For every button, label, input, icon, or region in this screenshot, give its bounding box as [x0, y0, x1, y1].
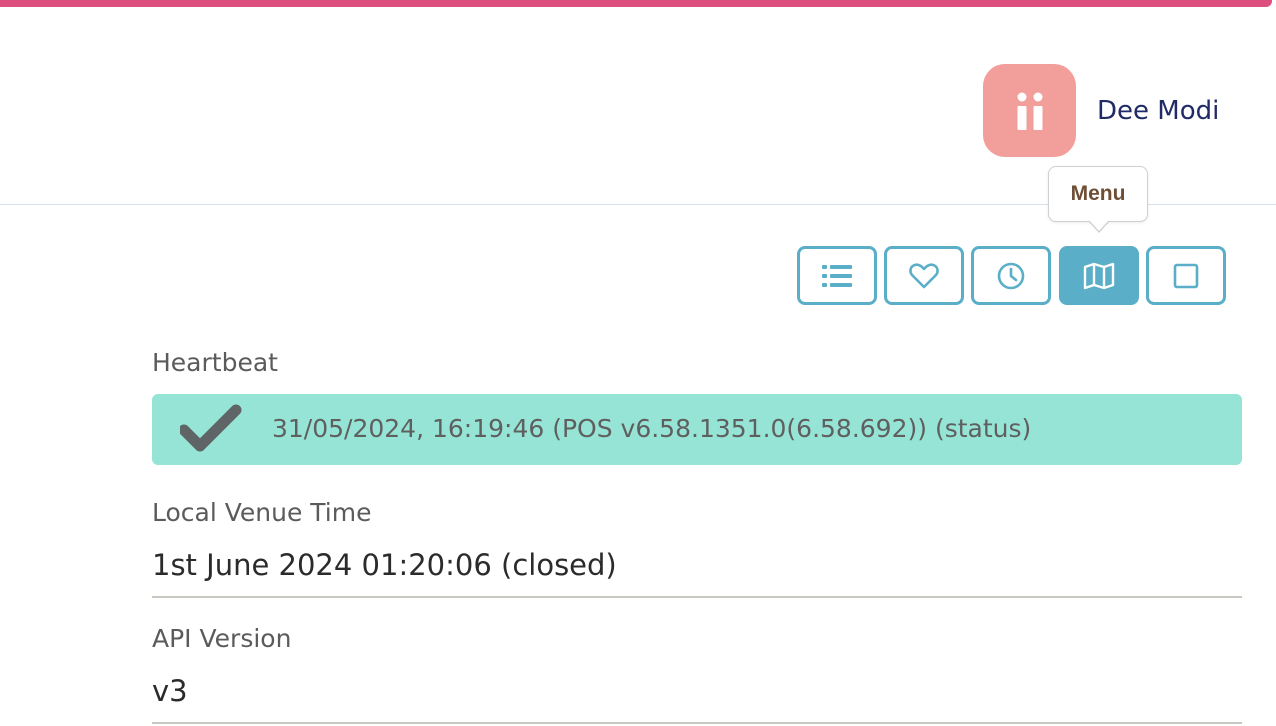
- clock-icon: [997, 262, 1025, 289]
- square-icon: [1173, 263, 1199, 288]
- api-version-label: API Version: [152, 624, 292, 653]
- divider: [152, 722, 1242, 724]
- check-icon: [180, 404, 242, 452]
- heart-icon: [909, 262, 939, 288]
- favourites-button[interactable]: [884, 246, 964, 305]
- window-button[interactable]: [1146, 246, 1226, 305]
- local-venue-time-value: 1st June 2024 01:20:06 (closed): [152, 548, 617, 582]
- heartbeat-value: 31/05/2024, 16:19:46 (POS v6.58.1351.0(6…: [272, 414, 1032, 443]
- api-version-value: v3: [152, 674, 188, 708]
- map-icon: [1083, 262, 1115, 289]
- list-view-button[interactable]: [797, 246, 877, 305]
- logo-ii-icon: [1017, 92, 1042, 130]
- user-name[interactable]: Dee Modi: [1097, 94, 1219, 128]
- local-venue-time-label: Local Venue Time: [152, 498, 372, 527]
- map-button[interactable]: [1059, 246, 1139, 305]
- menu-tooltip: Menu: [1048, 166, 1148, 222]
- heartbeat-status-bar: 31/05/2024, 16:19:46 (POS v6.58.1351.0(6…: [152, 394, 1242, 465]
- history-button[interactable]: [971, 246, 1051, 305]
- top-accent-bar: [0, 0, 1272, 7]
- divider: [152, 596, 1242, 598]
- list-icon: [822, 264, 852, 287]
- user-avatar[interactable]: [983, 64, 1076, 157]
- heartbeat-label: Heartbeat: [152, 348, 278, 377]
